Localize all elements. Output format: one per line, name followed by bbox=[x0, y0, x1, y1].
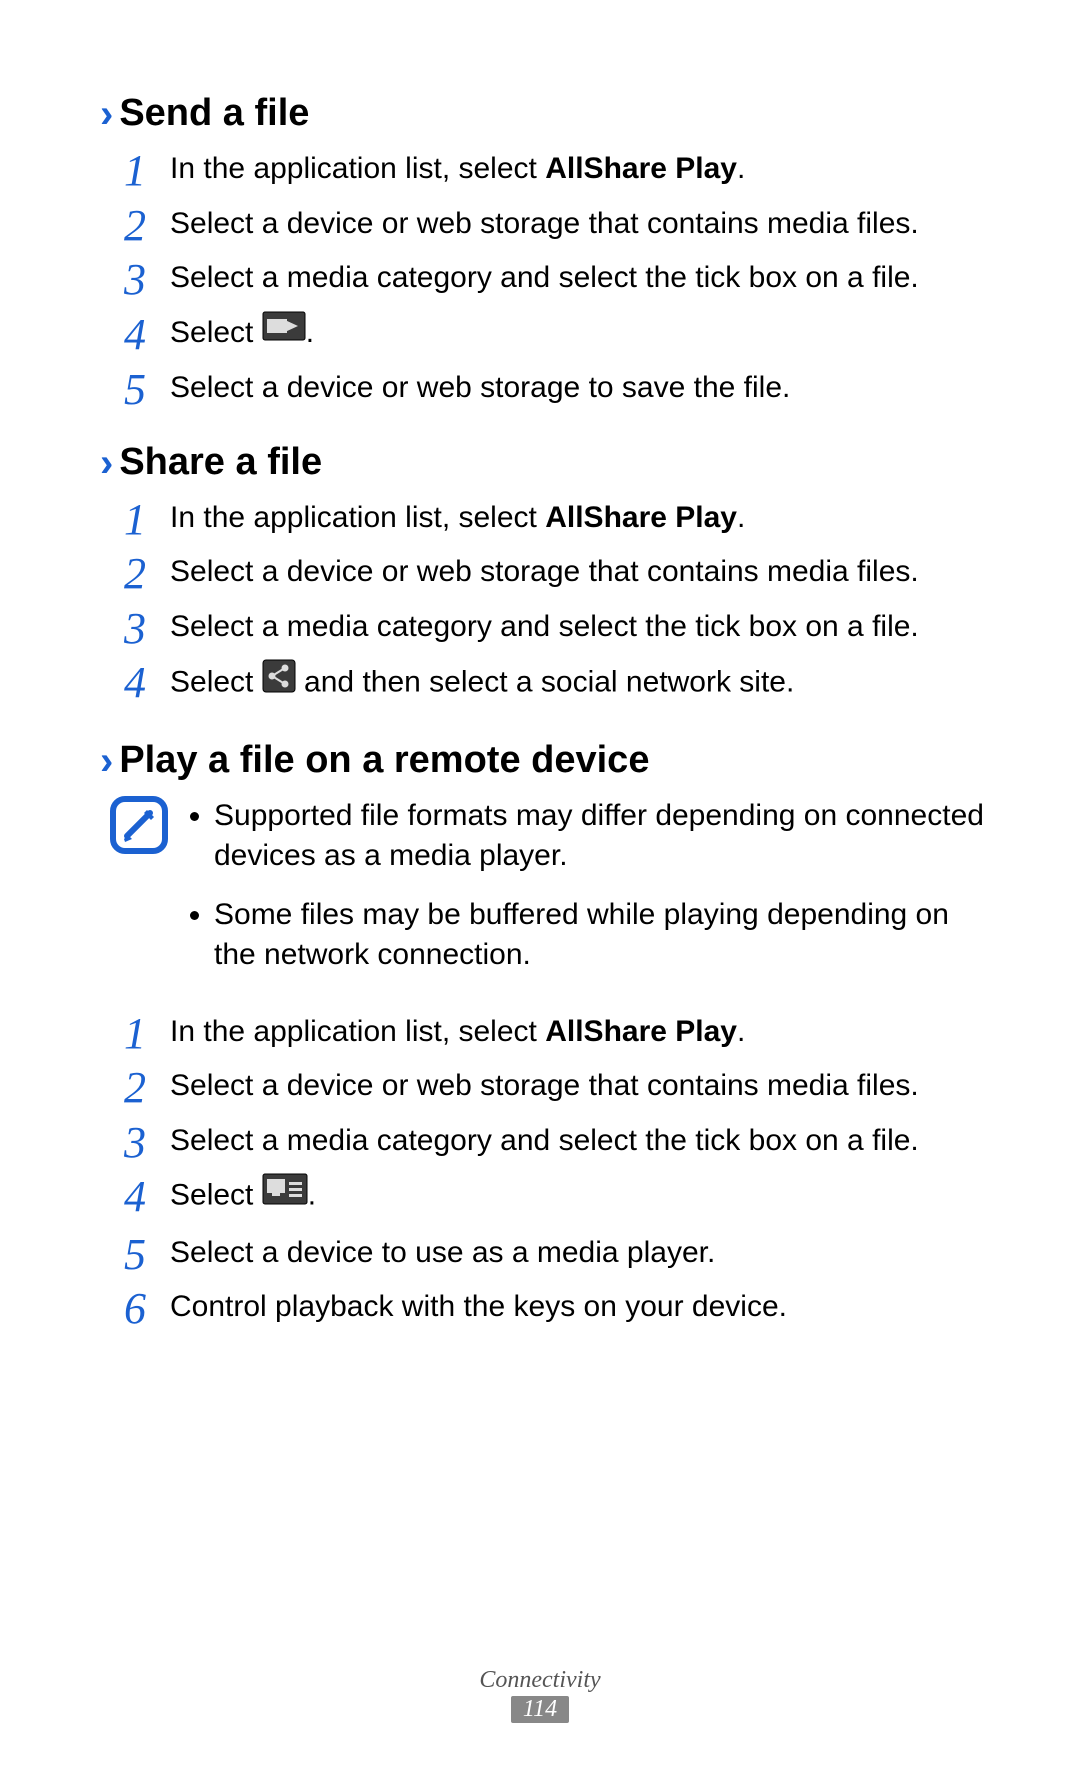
step-text: . bbox=[308, 1179, 316, 1212]
note-block: Supported file formats may differ depend… bbox=[100, 792, 990, 994]
step-item: Select . bbox=[100, 313, 990, 355]
step-item: Select a media category and select the t… bbox=[100, 607, 990, 648]
step-item: Select a device or web storage that cont… bbox=[100, 1066, 990, 1107]
note-icon bbox=[110, 796, 168, 859]
step-text: Control playback with the keys on your d… bbox=[170, 1290, 787, 1323]
manual-page: › Send a file In the application list, s… bbox=[0, 0, 1080, 1771]
step-text: and then select a social network site. bbox=[296, 666, 795, 699]
step-item: Select a media category and select the t… bbox=[100, 1121, 990, 1162]
step-bold: AllShare Play bbox=[545, 152, 737, 185]
step-text: Select a device or web storage that cont… bbox=[170, 555, 919, 588]
step-text: . bbox=[737, 152, 745, 185]
step-text: In the application list, select bbox=[170, 152, 545, 185]
chevron-right-icon: › bbox=[100, 739, 113, 784]
step-text: Select bbox=[170, 666, 262, 699]
step-text: Select a device to use as a media player… bbox=[170, 1236, 715, 1269]
note-item: Some files may be buffered while playing… bbox=[214, 895, 990, 976]
page-footer: Connectivity 114 bbox=[0, 1667, 1080, 1723]
footer-chapter: Connectivity bbox=[0, 1667, 1080, 1694]
step-text: In the application list, select bbox=[170, 1015, 545, 1048]
step-item: In the application list, select AllShare… bbox=[100, 1012, 990, 1053]
step-item: Select . bbox=[100, 1175, 990, 1219]
step-text: In the application list, select bbox=[170, 501, 545, 534]
step-item: In the application list, select AllShare… bbox=[100, 149, 990, 190]
step-item: Select and then select a social network … bbox=[100, 661, 990, 707]
chevron-right-icon: › bbox=[100, 441, 113, 486]
step-text: . bbox=[306, 316, 314, 349]
section-heading-share-a-file: › Share a file bbox=[100, 439, 990, 484]
step-text: Select a device or web storage that cont… bbox=[170, 1069, 919, 1102]
step-text: Select a media category and select the t… bbox=[170, 1124, 919, 1157]
step-text: . bbox=[737, 501, 745, 534]
step-text: Select a device or web storage that cont… bbox=[170, 207, 919, 240]
share-icon bbox=[262, 659, 296, 705]
step-bold: AllShare Play bbox=[545, 1015, 737, 1048]
step-text: Select bbox=[170, 1179, 262, 1212]
section-title: Play a file on a remote device bbox=[119, 739, 649, 782]
step-item: Select a media category and select the t… bbox=[100, 258, 990, 299]
step-item: Select a device to use as a media player… bbox=[100, 1233, 990, 1274]
step-item: Select a device or web storage that cont… bbox=[100, 204, 990, 245]
send-to-icon bbox=[262, 311, 306, 353]
step-item: Control playback with the keys on your d… bbox=[100, 1287, 990, 1328]
chevron-right-icon: › bbox=[100, 92, 113, 137]
section-heading-send-a-file: › Send a file bbox=[100, 90, 990, 135]
step-text: Select bbox=[170, 316, 262, 349]
steps-list-send: In the application list, select AllShare… bbox=[100, 149, 990, 409]
step-text: Select a media category and select the t… bbox=[170, 610, 919, 643]
step-text: Select a device or web storage to save t… bbox=[170, 371, 790, 404]
steps-list-play-remote: In the application list, select AllShare… bbox=[100, 1012, 990, 1328]
step-bold: AllShare Play bbox=[545, 501, 737, 534]
step-item: Select a device or web storage to save t… bbox=[100, 368, 990, 409]
step-item: Select a device or web storage that cont… bbox=[100, 552, 990, 593]
remote-play-icon bbox=[262, 1173, 308, 1217]
step-text: Select a media category and select the t… bbox=[170, 261, 919, 294]
step-text: . bbox=[737, 1015, 745, 1048]
note-list: Supported file formats may differ depend… bbox=[188, 792, 990, 994]
step-item: In the application list, select AllShare… bbox=[100, 498, 990, 539]
steps-list-share: In the application list, select AllShare… bbox=[100, 498, 990, 707]
section-title: Share a file bbox=[119, 441, 322, 484]
note-item: Supported file formats may differ depend… bbox=[214, 796, 990, 877]
footer-page-number: 114 bbox=[511, 1696, 569, 1723]
section-title: Send a file bbox=[119, 92, 309, 135]
section-heading-play-remote: › Play a file on a remote device bbox=[100, 737, 990, 782]
